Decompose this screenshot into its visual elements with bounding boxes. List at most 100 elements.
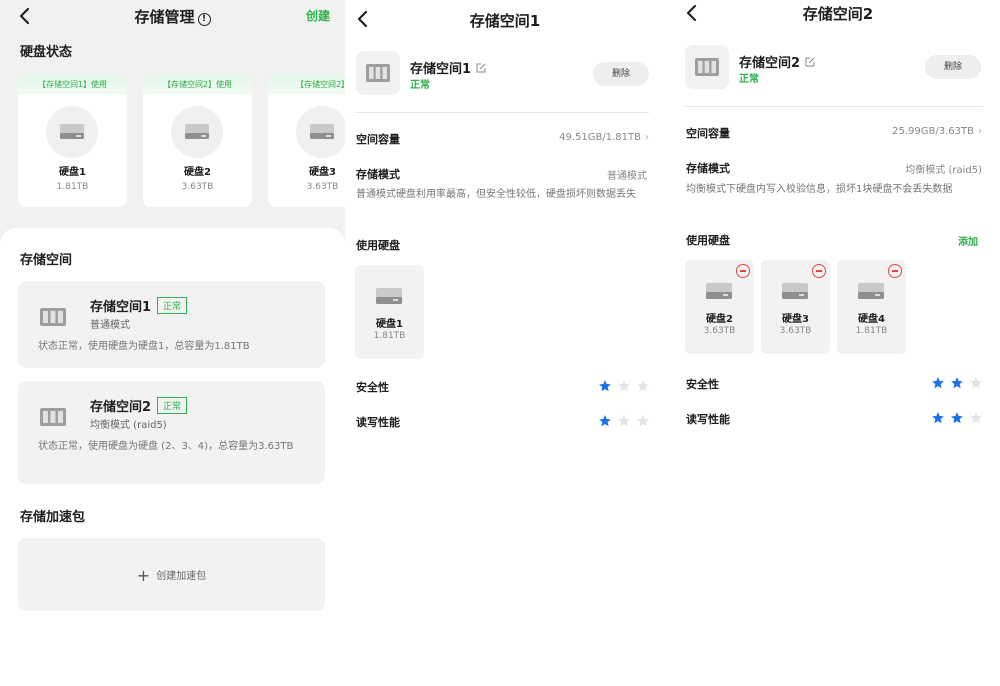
disk-size: 3.63TB [181,182,214,192]
storage-array-icon [685,45,729,89]
star-icon [599,415,611,427]
performance-label: 读写性能 [686,413,730,426]
edit-icon[interactable] [805,56,815,71]
disk-name: 硬盘1 [376,319,403,330]
used-disk-card[interactable]: 硬盘4 1.81TB [837,260,906,354]
star-icon [618,380,630,392]
disk-size: 3.63TB [306,182,339,192]
disk-name: 硬盘4 [858,314,885,325]
edit-icon[interactable] [476,62,486,77]
star-icon [637,415,649,427]
mode-value: 均衡模式 (raid5) [905,165,982,176]
space-name-row: 存储空间2 正常 [90,396,188,415]
mode-label: 存储模式 [686,162,730,175]
hdd-icon [706,282,732,304]
remove-icon[interactable] [812,264,826,278]
used-disk-card[interactable]: 硬盘3 3.63TB [761,260,830,354]
delete-button[interactable]: 删除 [593,62,649,86]
disk-card[interactable]: 【存储空间2】使用 硬盘2 3.63TB [143,74,252,207]
status-badge: 正常 [157,297,188,314]
used-disk-card[interactable]: 硬盘2 3.63TB [685,260,754,354]
used-disks-label: 使用硬盘 [686,234,730,247]
storage-array-icon [40,407,66,427]
mode-label: 存储模式 [356,168,400,181]
star-icon [951,377,963,389]
space-description: 状态正常，使用硬盘为硬盘 (2、3、4)，总容量为3.63TB [38,441,294,452]
space-name-row: 存储空间1 正常 [90,296,188,315]
star-icon [970,412,982,424]
page-title: 存储空间2 [802,5,874,23]
star-icon [599,380,611,392]
remove-icon[interactable] [736,264,750,278]
back-icon[interactable] [681,2,703,24]
disk-size: 1.81TB [56,182,89,192]
back-icon[interactable] [14,5,36,27]
security-label: 安全性 [686,378,719,391]
mode-value: 普通模式 [607,171,647,182]
disk-name: 硬盘3 [309,167,336,178]
create-acceleration-pack-button[interactable]: + 创建加速包 [18,538,325,611]
create-button[interactable]: 创建 [306,7,330,24]
divider [355,112,649,113]
security-label: 安全性 [356,381,389,394]
page-title: 存储空间1 [469,12,541,30]
disk-usage-tag: 【存储空间2】 [268,74,345,95]
star-icon [951,412,963,424]
security-rating [598,379,650,393]
plus-icon: + [136,566,151,585]
disk-card[interactable]: 【存储空间2】 硬盘3 3.63TB [268,74,345,207]
create-acceleration-label: 创建加速包 [156,571,207,582]
space-name: 存储空间2 [739,52,815,71]
disk-usage-tag: 【存储空间1】使用 [18,74,127,95]
chevron-right-icon: › [978,126,982,137]
star-icon [618,415,630,427]
storage-space-card-1[interactable]: 存储空间1 正常 普通模式 状态正常，使用硬盘为硬盘1，总容量为1.81TB [18,281,325,368]
capacity-value[interactable]: 25.99GB/3.63TB › [892,126,982,137]
star-icon [970,377,982,389]
content-sheet: 存储空间 存储空间1 正常 普通模式 状态正常，使用硬盘为硬盘1，总容量为1.81… [0,228,345,686]
capacity-label: 空间容量 [686,127,730,140]
storage-array-icon [40,307,66,327]
space-mode: 均衡模式 (raid5) [90,420,167,431]
storage-space-1-detail-screen: 存储空间1 存储空间1 正常 删除 空间容量 49.51GB/1.81TB › 存… [345,0,665,686]
disk-card[interactable]: 【存储空间1】使用 硬盘1 1.81TB [18,74,127,207]
disk-size: 1.81TB [373,331,406,341]
star-icon [932,377,944,389]
back-icon[interactable] [352,8,374,30]
storage-spaces-title: 存储空间 [20,253,73,268]
add-disk-button[interactable]: 添加 [958,233,978,248]
disk-name: 硬盘3 [782,314,809,325]
divider [685,106,983,107]
status-text: 正常 [410,80,430,91]
space-mode: 普通模式 [90,320,130,331]
remove-icon[interactable] [888,264,902,278]
performance-label: 读写性能 [356,416,400,429]
storage-space-2-detail-screen: 存储空间2 存储空间2 正常 删除 空间容量 25.99GB/3.63TB › 存… [665,0,1000,686]
info-icon[interactable]: ! [197,13,211,26]
performance-rating [931,411,983,425]
hdd-icon [858,282,884,304]
hdd-icon [376,287,402,309]
mode-description: 均衡模式下硬盘内写入校验信息，损坏1块硬盘不会丢失数据 [686,184,953,195]
acceleration-pack-title: 存储加速包 [20,510,86,525]
disk-size: 3.63TB [703,326,736,336]
hdd-icon [296,106,345,158]
status-text: 正常 [739,74,759,85]
hdd-icon [171,106,223,158]
chevron-right-icon: › [645,132,649,143]
used-disks-label: 使用硬盘 [356,239,400,252]
used-disk-card[interactable]: 硬盘1 1.81TB [355,265,424,359]
star-icon [932,412,944,424]
space-name: 存储空间1 [410,58,486,77]
disk-size: 1.81TB [855,326,888,336]
storage-space-card-2[interactable]: 存储空间2 正常 均衡模式 (raid5) 状态正常，使用硬盘为硬盘 (2、3、4… [18,381,325,484]
disk-name: 硬盘2 [706,314,733,325]
security-rating [931,376,983,390]
delete-button[interactable]: 删除 [925,55,981,79]
page-title: 存储管理! [100,6,245,27]
capacity-value[interactable]: 49.51GB/1.81TB › [559,132,649,143]
storage-array-icon [356,51,400,95]
space-description: 状态正常，使用硬盘为硬盘1，总容量为1.81TB [38,341,250,352]
disk-usage-tag: 【存储空间2】使用 [143,74,252,95]
hdd-icon [46,106,98,158]
